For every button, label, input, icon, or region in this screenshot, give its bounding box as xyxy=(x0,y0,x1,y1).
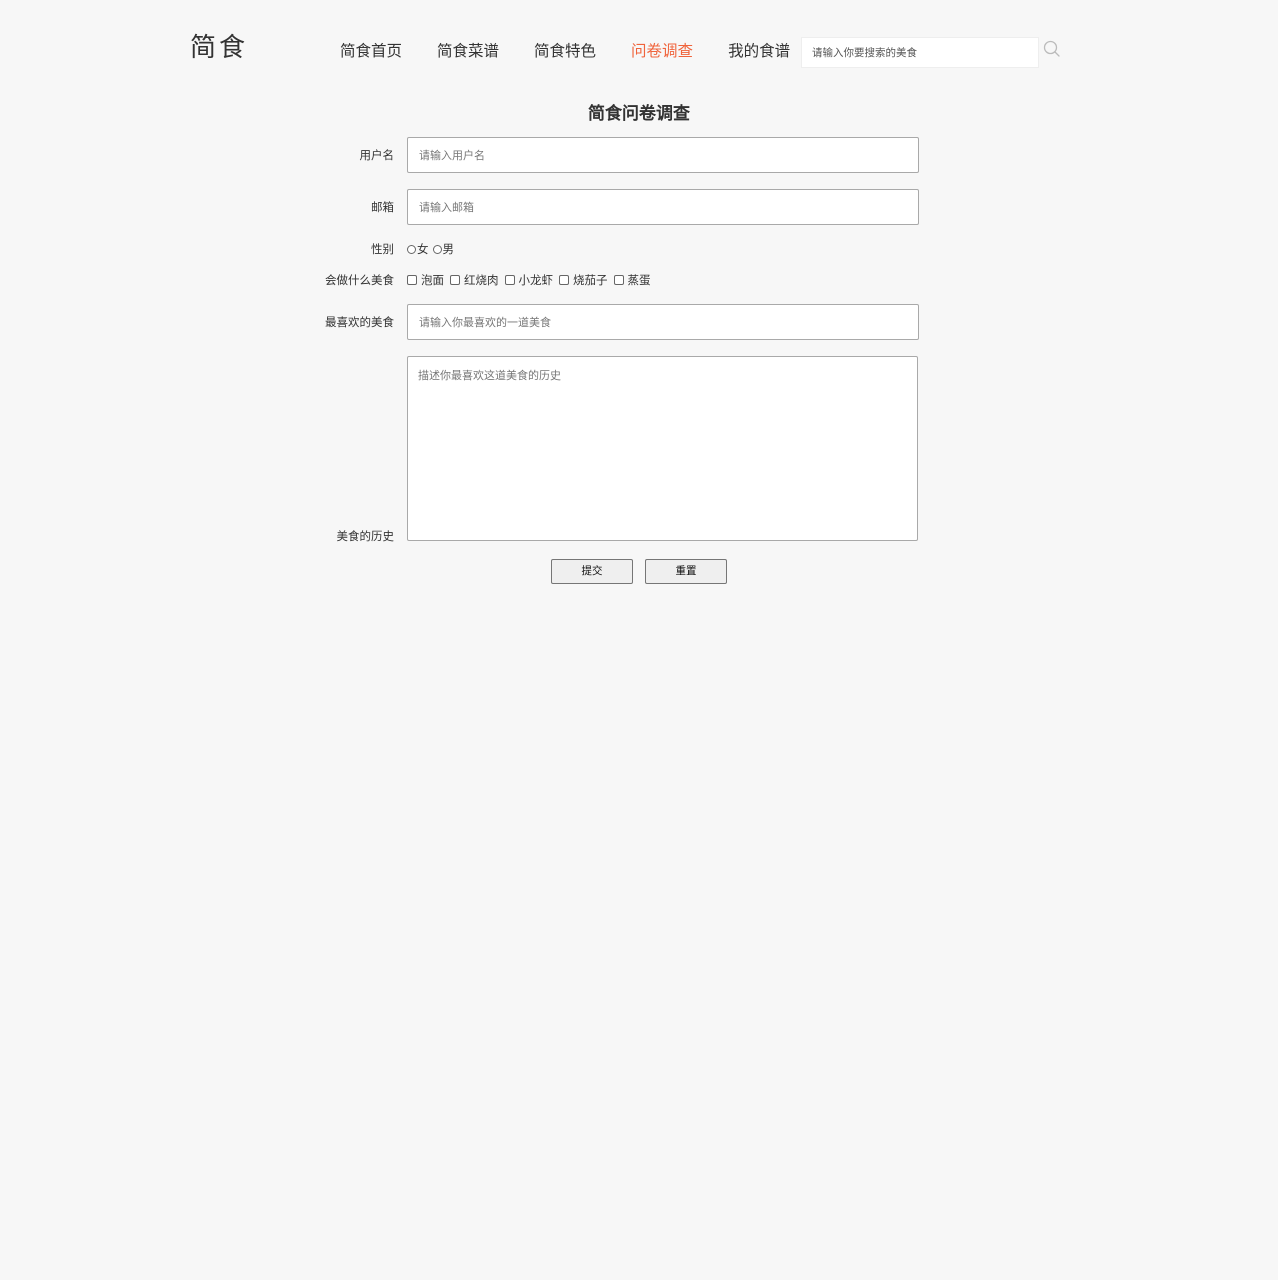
username-label: 用户名 xyxy=(359,148,395,162)
search-input[interactable] xyxy=(801,37,1039,68)
radio-female[interactable] xyxy=(407,244,416,254)
gender-label: 性别 xyxy=(371,242,394,256)
skill-option-label: 蒸蛋 xyxy=(627,273,651,287)
skill-option-label: 泡面 xyxy=(421,273,444,287)
nav-item-features[interactable]: 简食特色 xyxy=(534,38,596,64)
gender-options: 女 男 xyxy=(407,241,454,257)
form-title: 简食问卷调查 xyxy=(588,104,690,124)
main-nav: 简食首页 简食菜谱 简食特色 问卷调查 我的食谱 xyxy=(340,38,825,64)
skill-option-label: 红烧肉 xyxy=(464,273,499,287)
nav-item-home[interactable]: 简食首页 xyxy=(340,38,402,64)
gender-option-male[interactable]: 男 xyxy=(432,241,455,257)
skill-option[interactable]: 小龙虾 xyxy=(504,272,554,288)
nav-item-recipes[interactable]: 简食菜谱 xyxy=(437,38,499,64)
skill-option[interactable]: 泡面 xyxy=(407,272,444,288)
submit-button[interactable]: 提交 xyxy=(551,559,633,584)
skills-options: 泡面 红烧肉 小龙虾 烧茄子 蒸蛋 xyxy=(407,272,651,288)
email-input[interactable] xyxy=(407,189,919,225)
site-logo[interactable]: 简食 xyxy=(190,30,248,66)
gender-option-male-label: 男 xyxy=(442,242,455,256)
nav-item-survey[interactable]: 问卷调查 xyxy=(631,38,693,64)
skills-label: 会做什么美食 xyxy=(325,273,394,287)
site-header: 简食 简食首页 简食菜谱 简食特色 问卷调查 我的食谱 xyxy=(0,0,1278,90)
skill-option-label: 烧茄子 xyxy=(573,273,608,287)
skill-option-label: 小龙虾 xyxy=(518,273,554,287)
favorite-food-label: 最喜欢的美食 xyxy=(325,315,394,329)
skill-option[interactable]: 蒸蛋 xyxy=(613,272,651,288)
skill-option[interactable]: 红烧肉 xyxy=(450,272,499,288)
checkbox-skill-2[interactable] xyxy=(504,275,515,285)
checkbox-skill-3[interactable] xyxy=(559,275,569,285)
email-label: 邮箱 xyxy=(371,200,394,214)
food-history-textarea[interactable] xyxy=(407,356,918,541)
favorite-food-input[interactable] xyxy=(407,304,919,340)
gender-option-female[interactable]: 女 xyxy=(407,241,429,257)
food-history-label: 美食的历史 xyxy=(336,529,395,543)
search-icon[interactable] xyxy=(1043,40,1061,58)
skill-option[interactable]: 烧茄子 xyxy=(559,272,608,288)
checkbox-skill-1[interactable] xyxy=(450,275,460,285)
checkbox-skill-4[interactable] xyxy=(613,275,624,285)
username-input[interactable] xyxy=(407,137,919,173)
gender-option-female-label: 女 xyxy=(417,242,429,256)
radio-male[interactable] xyxy=(432,244,442,254)
nav-item-my-recipes[interactable]: 我的食谱 xyxy=(728,38,790,64)
reset-button[interactable]: 重置 xyxy=(645,559,727,584)
checkbox-skill-0[interactable] xyxy=(407,275,417,285)
